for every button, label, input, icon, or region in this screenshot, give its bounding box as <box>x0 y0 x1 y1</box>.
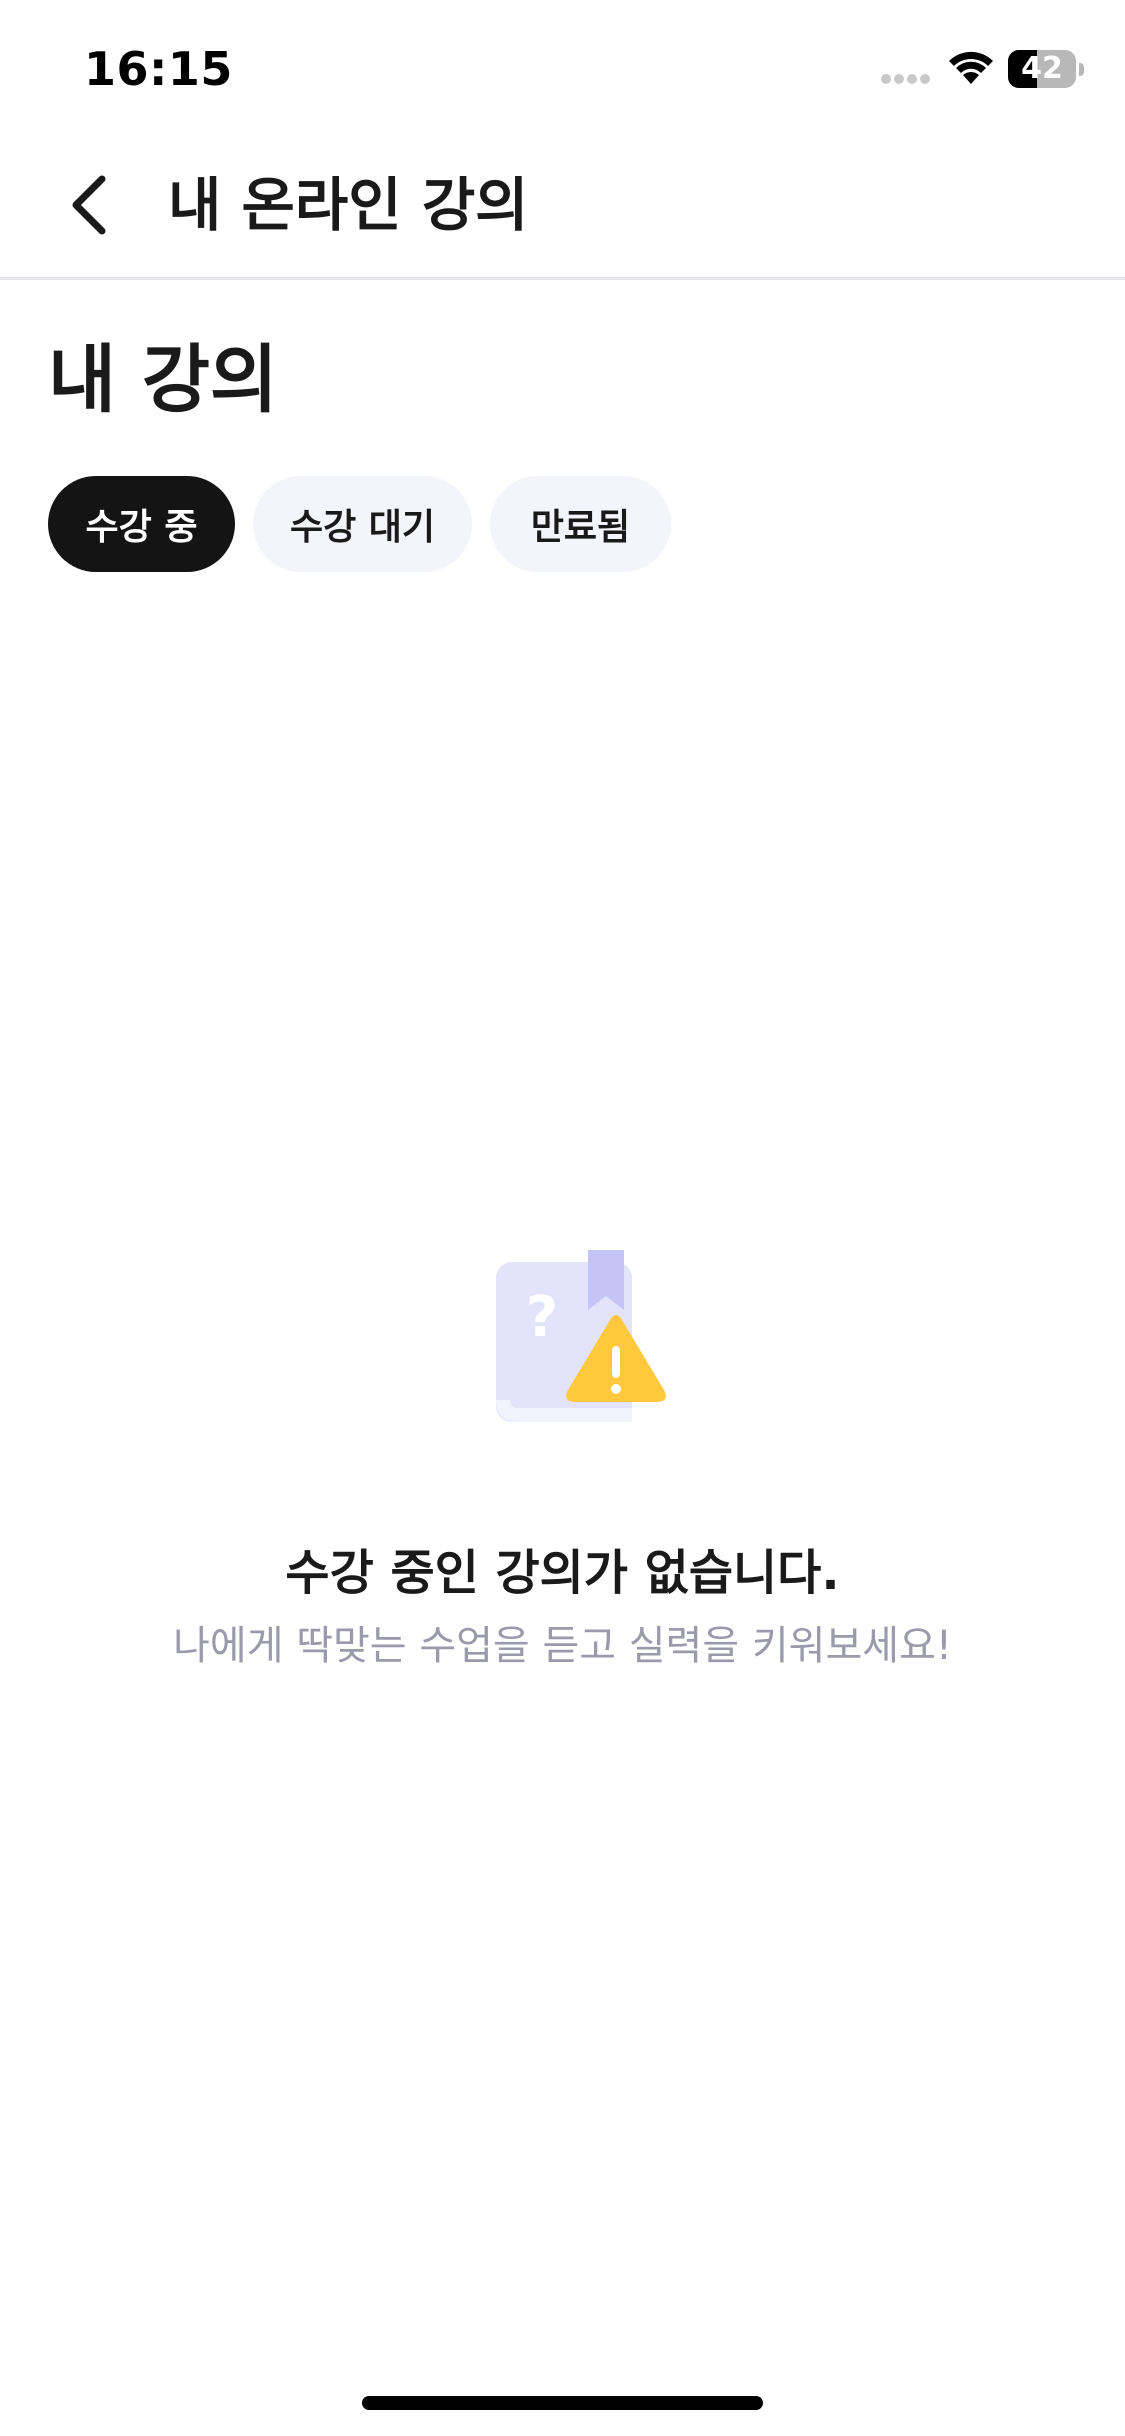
battery-level-text: 42 <box>1021 51 1063 86</box>
battery-icon: 42 <box>1008 50 1084 88</box>
book-warning-icon: ? <box>496 1250 666 1422</box>
page-title: 내 온라인 강의 <box>168 171 529 239</box>
section-title: 내 강의 <box>48 337 279 423</box>
screen: 16:15 42 내 온라인 강의 내 강의 수강 중 수강 대기 만료됨 ? … <box>0 0 1125 2436</box>
tab-waiting[interactable]: 수강 대기 <box>253 476 472 572</box>
cellular-signal-icon <box>881 74 930 84</box>
svg-text:?: ? <box>526 1285 558 1350</box>
status-time: 16:15 <box>84 42 233 96</box>
empty-state-subtitle: 나에게 딱맞는 수업을 듣고 실력을 키워보세요! <box>173 1623 952 1669</box>
status-bar: 16:15 42 <box>0 0 1125 135</box>
tab-in-progress[interactable]: 수강 중 <box>48 476 235 572</box>
wifi-icon <box>949 51 993 84</box>
course-status-tabs: 수강 중 수강 대기 만료됨 <box>48 476 671 572</box>
home-indicator[interactable] <box>362 2396 763 2410</box>
nav-header: 내 온라인 강의 <box>0 135 1125 280</box>
tab-expired[interactable]: 만료됨 <box>490 476 671 572</box>
empty-state-title: 수강 중인 강의가 없습니다. <box>285 1545 840 1601</box>
back-button[interactable] <box>48 165 128 245</box>
chevron-left-icon <box>72 175 106 235</box>
